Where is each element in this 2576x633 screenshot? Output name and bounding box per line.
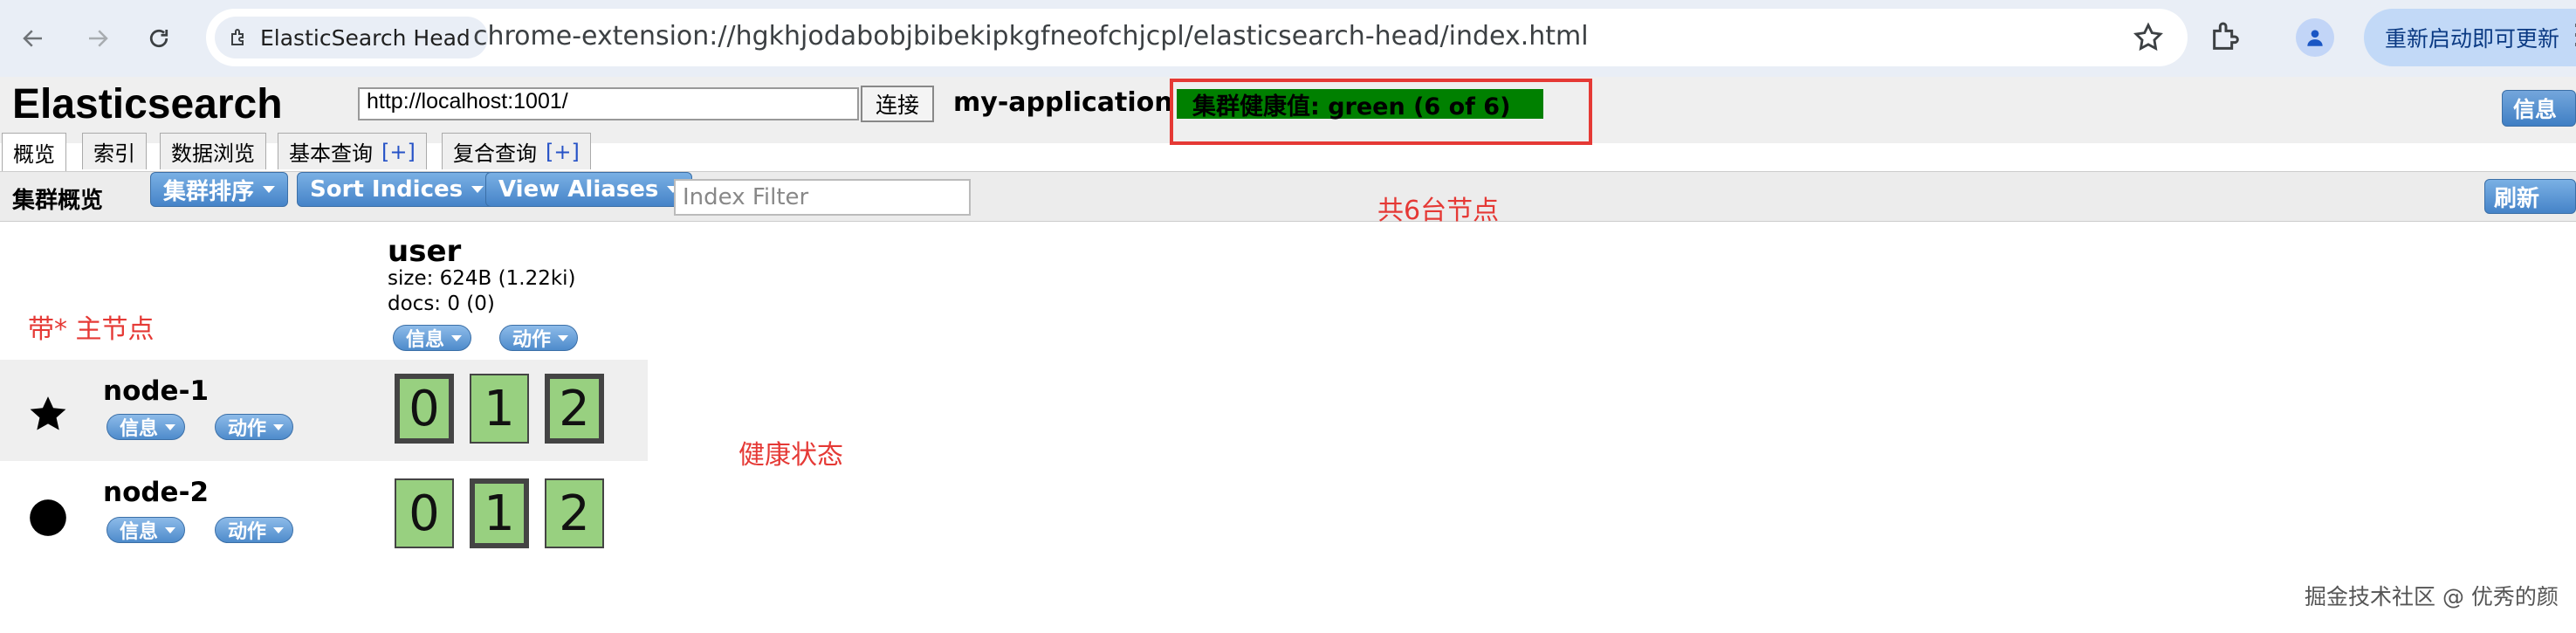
- shard-replica[interactable]: 0: [395, 478, 454, 548]
- shard-primary[interactable]: 0: [395, 374, 454, 444]
- button-label: 刷新: [2494, 185, 2540, 212]
- app-title: Elasticsearch: [12, 81, 283, 127]
- reload-icon: [149, 29, 168, 48]
- button-label: Sort Indices: [310, 176, 464, 203]
- node-action-button[interactable]: 动作: [215, 414, 294, 440]
- tab-label: 索引: [93, 141, 135, 166]
- reload-button[interactable]: [136, 16, 182, 61]
- info-menu-label: 信息: [2513, 97, 2558, 122]
- caret-down-icon: [471, 186, 484, 193]
- info-menu-button[interactable]: 信息: [2502, 90, 2576, 127]
- master-node-annotation: 带* 主节点: [28, 314, 155, 345]
- tab-label: 基本查询: [289, 141, 373, 166]
- tab-label: 数据浏览: [171, 141, 255, 166]
- caret-down-icon: [165, 526, 176, 533]
- index-info-button[interactable]: 信息: [393, 325, 472, 351]
- node-name: node-2: [103, 477, 210, 508]
- nodes-count-annotation: 共6台节点: [1377, 196, 1500, 226]
- overview-toolbar: 集群概览 集群排序 Sort Indices View Aliases Inde…: [0, 171, 2576, 222]
- index-size: size: 624B (1.22ki): [388, 267, 576, 290]
- extension-icon: [231, 29, 244, 45]
- connect-button[interactable]: 连接: [861, 86, 934, 122]
- node-info-button[interactable]: 信息: [106, 414, 186, 440]
- shard-replica[interactable]: 2: [545, 478, 604, 548]
- shard-primary[interactable]: 2: [545, 374, 604, 444]
- cluster-name: my-application: [953, 87, 1173, 118]
- shard-primary[interactable]: 1: [470, 478, 529, 548]
- shard-replica[interactable]: 1: [470, 374, 529, 444]
- extension-chip[interactable]: ElasticSearch Head: [215, 17, 488, 58]
- back-button[interactable]: [10, 16, 56, 61]
- caret-down-icon: [263, 186, 276, 193]
- cluster-url-input[interactable]: http://localhost:1001/: [358, 87, 859, 120]
- highlight-box: [1170, 79, 1592, 145]
- sort-indices-button[interactable]: Sort Indices: [297, 172, 498, 207]
- index-action-button[interactable]: 动作: [499, 325, 579, 351]
- index-filter-input[interactable]: Index Filter: [674, 179, 971, 216]
- sort-cluster-button[interactable]: 集群排序: [150, 172, 289, 207]
- toolbar-title: 集群概览: [12, 188, 104, 214]
- button-label: 信息: [120, 521, 159, 543]
- person-icon: [2307, 30, 2323, 46]
- button-label: 动作: [228, 521, 267, 543]
- tab-overview[interactable]: 概览: [2, 133, 66, 171]
- button-label: 集群排序: [163, 178, 255, 205]
- back-arrow-icon: [23, 30, 42, 47]
- health-state-annotation: 健康状态: [738, 440, 843, 471]
- tab-compound-query[interactable]: 复合查询 [+]: [442, 133, 591, 169]
- forward-arrow-icon: [89, 30, 108, 47]
- button-label: 动作: [228, 418, 267, 440]
- bookmark-star-icon[interactable]: [2132, 21, 2165, 54]
- address-bar[interactable]: ElasticSearch Head chrome-extension://hg…: [206, 9, 2188, 66]
- index-name: user: [388, 234, 462, 269]
- tab-basic-query[interactable]: 基本查询 [+]: [278, 133, 427, 169]
- node-row: node-2 信息 动作 0 1 2: [0, 461, 648, 562]
- button-label: 动作: [512, 329, 552, 351]
- caret-down-icon: [273, 526, 285, 533]
- tab-data-browser[interactable]: 数据浏览: [160, 133, 266, 169]
- url-text[interactable]: chrome-extension://hgkhjodabobjbibekipkg…: [473, 21, 1589, 52]
- tab-label: 复合查询: [453, 141, 537, 166]
- index-docs: docs: 0 (0): [388, 292, 495, 315]
- caret-down-icon: [273, 423, 285, 430]
- node-row: node-1 信息 动作 0 1 2: [0, 360, 648, 461]
- node-info-button[interactable]: 信息: [106, 517, 186, 543]
- es-head-page: Elasticsearch http://localhost:1001/ 连接 …: [0, 77, 2576, 633]
- browser-menu-icon[interactable]: ⋮: [2563, 17, 2576, 51]
- button-label: 信息: [120, 418, 159, 440]
- add-query-link[interactable]: [+]: [381, 140, 416, 164]
- watermark: 掘金技术社区 @ 优秀的颜: [2305, 584, 2559, 609]
- node-action-button[interactable]: 动作: [215, 517, 294, 543]
- profile-avatar[interactable]: [2296, 18, 2334, 57]
- relaunch-update-button[interactable]: 重新启动即可更新: [2364, 9, 2576, 66]
- caret-down-icon: [165, 423, 176, 430]
- tab-label: 概览: [13, 142, 55, 167]
- extensions-puzzle-icon[interactable]: [2208, 19, 2243, 54]
- add-query-link[interactable]: [+]: [546, 140, 580, 164]
- refresh-button[interactable]: 刷新: [2484, 179, 2576, 214]
- node-name: node-1: [103, 375, 210, 407]
- caret-down-icon: [451, 334, 463, 341]
- tab-indices[interactable]: 索引: [82, 133, 147, 169]
- view-aliases-button[interactable]: View Aliases: [485, 172, 693, 207]
- forward-button[interactable]: [75, 16, 120, 61]
- caret-down-icon: [558, 334, 569, 341]
- browser-toolbar: ElasticSearch Head chrome-extension://hg…: [0, 0, 2576, 77]
- button-label: 信息: [406, 329, 445, 351]
- star-icon: [30, 396, 66, 430]
- extension-chip-label: ElasticSearch Head: [260, 24, 471, 51]
- button-label: View Aliases: [498, 176, 659, 203]
- circle-icon: [30, 499, 66, 536]
